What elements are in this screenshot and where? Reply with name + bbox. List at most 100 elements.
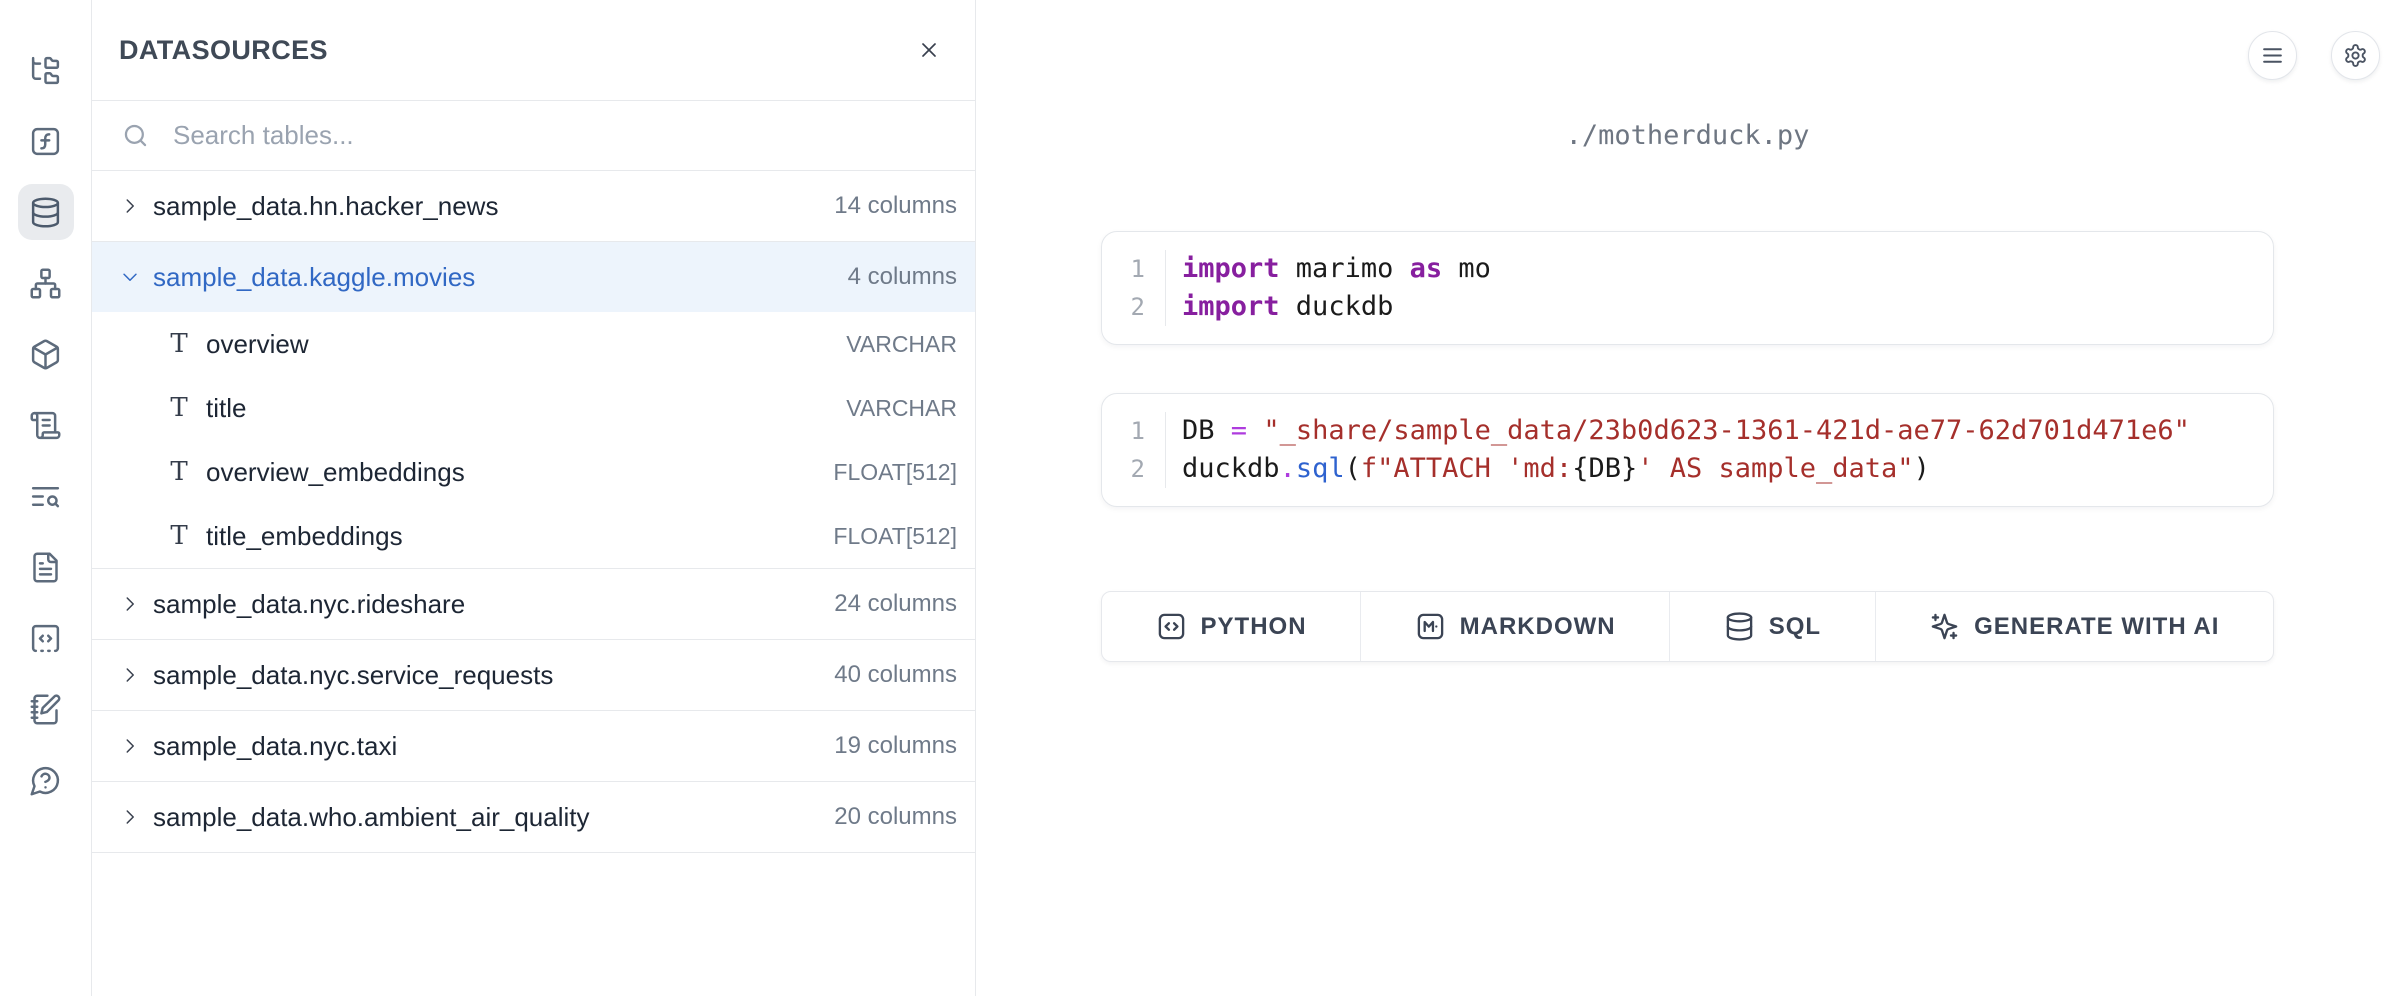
table-name: sample_data.nyc.taxi [153,731,397,762]
chat-question-icon [29,764,62,797]
column-name: overview_embeddings [206,457,465,488]
sidebar-item-outline[interactable] [18,397,74,453]
add-cell-ai-label: GENERATE WITH AI [1974,613,2219,641]
close-icon [917,38,941,62]
code-editor[interactable]: import marimo as moimport duckdb [1166,250,2249,326]
code-cell[interactable]: 12 DB = "_share/sample_data/23b0d623-1361… [1101,393,2274,507]
settings-button[interactable] [2331,31,2380,80]
code-line: import marimo as mo [1182,250,2249,288]
sidebar-item-logs[interactable] [18,468,74,524]
add-cell-markdown-button[interactable]: MARKDOWN [1361,592,1670,661]
sidebar-item-variables[interactable] [18,113,74,169]
folder-tree-icon [29,54,62,87]
table-row[interactable]: sample_data.kaggle.movies 4 columns [92,242,975,312]
line-number: 1 [1102,250,1145,288]
sidebar-item-snippets[interactable] [18,610,74,666]
table-row[interactable]: sample_data.who.ambient_air_quality20 co… [92,782,975,852]
column-row[interactable]: Ttitle_embeddings FLOAT[512] [92,504,975,568]
add-cell-sql-label: SQL [1769,613,1821,641]
line-number: 1 [1102,412,1145,450]
add-cell-ai-button[interactable]: GENERATE WITH AI [1876,592,2273,661]
code-square-icon [1156,611,1187,642]
scroll-text-icon [29,409,62,442]
sidebar-item-documentation[interactable] [18,539,74,595]
chevron-right-icon [119,735,141,757]
table-group: sample_data.nyc.rideshare 24 columns [92,569,975,640]
chevron-right-icon [119,806,141,828]
panel-header: DATASOURCES [92,0,975,101]
menu-icon [2260,43,2285,68]
column-type: FLOAT[512] [833,459,957,486]
column-type: FLOAT[512] [833,523,957,550]
table-name: sample_data.hn.hacker_news [153,191,498,222]
text-type-icon: T [168,329,190,359]
table-column-count: 24 columns [834,590,957,618]
add-cell-python-label: PYTHON [1201,613,1307,641]
datasources-panel: DATASOURCES sample_data.hn.hacker_news14… [92,0,976,996]
code-editor[interactable]: DB = "_share/sample_data/23b0d623-1361-4… [1166,412,2249,488]
sidebar-item-scratchpad[interactable] [18,681,74,737]
sparkles-icon [1929,611,1960,642]
table-group: sample_data.hn.hacker_news14 columns [92,171,975,242]
chevron-right-icon [119,664,141,686]
file-text-icon [29,551,62,584]
code-line: import duckdb [1182,288,2249,326]
menu-button[interactable] [2248,31,2297,80]
markdown-icon [1415,611,1446,642]
database-icon [29,196,62,229]
table-group: sample_data.who.ambient_air_quality20 co… [92,782,975,853]
table-group: sample_data.kaggle.movies 4 columns Toverv… [92,242,975,569]
code-line: DB = "_share/sample_data/23b0d623-1361-4… [1182,412,2249,450]
cells-container: 12import marimo as moimport duckdb12DB =… [1101,231,2274,507]
notebook-filename[interactable]: ./motherduck.py [1101,120,2274,151]
text-search-icon [29,480,62,513]
sidebar-item-packages[interactable] [18,326,74,382]
column-name: title_embeddings [206,521,403,552]
table-column-count: 40 columns [834,661,957,689]
table-row[interactable]: sample_data.nyc.taxi19 columns [92,711,975,781]
header-actions [2248,31,2380,80]
sidebar-item-datasources[interactable] [18,184,74,240]
column-row[interactable]: ToverviewVARCHAR [92,312,975,376]
search-tables-input[interactable] [173,120,951,151]
chevron-right-icon [119,593,141,615]
search-bar [92,101,975,171]
code-cell[interactable]: 12import marimo as moimport duckdb [1101,231,2274,345]
add-cell-python-button[interactable]: PYTHON [1102,592,1361,661]
table-name: sample_data.nyc.rideshare [153,589,465,620]
sidebar-item-files[interactable] [18,42,74,98]
table-name: sample_data.nyc.service_requests [153,660,553,691]
column-type: VARCHAR [846,395,957,422]
notebook-content: ./motherduck.py 12import marimo as moimp… [1101,0,2274,662]
table-column-count: 20 columns [834,803,957,831]
sidebar-item-help[interactable] [18,752,74,808]
code-square-dashed-icon [29,622,62,655]
sidebar-item-dependencies[interactable] [18,255,74,311]
table-column-count: 4 columns [848,263,957,291]
line-number: 2 [1102,450,1145,488]
app-root: DATASOURCES sample_data.hn.hacker_news14… [0,0,2399,996]
function-square-icon [29,125,62,158]
table-group: sample_data.nyc.service_requests 40 colum… [92,640,975,711]
column-row[interactable]: TtitleVARCHAR [92,376,975,440]
database-icon [1724,611,1755,642]
add-cell-toolbar: PYTHON MARKDOWN SQL GENERATE WITH AI [1101,591,2274,662]
table-row[interactable]: sample_data.nyc.service_requests 40 colum… [92,640,975,710]
table-row[interactable]: sample_data.nyc.rideshare 24 columns [92,569,975,639]
table-group: sample_data.nyc.taxi19 columns [92,711,975,782]
line-number-gutter: 12 [1102,412,1166,488]
chevron-down-icon [119,266,141,288]
notebook-main: ./motherduck.py 12import marimo as moimp… [976,0,2399,996]
gear-icon [2343,43,2368,68]
column-name: overview [206,329,309,360]
add-cell-sql-button[interactable]: SQL [1670,592,1875,661]
notebook-pen-icon [29,693,62,726]
table-row[interactable]: sample_data.hn.hacker_news14 columns [92,171,975,241]
column-row[interactable]: Toverview_embeddingsFLOAT[512] [92,440,975,504]
table-name: sample_data.kaggle.movies [153,262,475,293]
chevron-right-icon [119,195,141,217]
text-type-icon: T [168,521,190,551]
close-panel-button[interactable] [907,28,951,72]
line-number-gutter: 12 [1102,250,1166,326]
text-type-icon: T [168,393,190,423]
